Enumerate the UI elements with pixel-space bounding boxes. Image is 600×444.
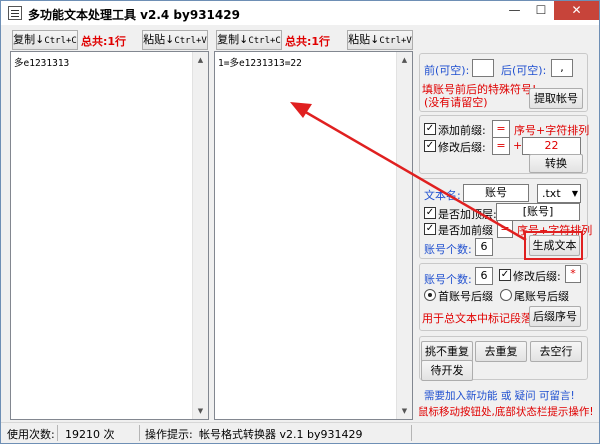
- app-icon: [8, 6, 22, 20]
- left-copy-label: 复制: [13, 33, 36, 46]
- left-paste-label: 粘贴: [143, 33, 166, 46]
- arrow-down-icon: ↓: [370, 33, 380, 46]
- first-suffix-label: 首账号后缀: [438, 290, 493, 303]
- count-input-2[interactable]: 6: [475, 267, 493, 285]
- right-paste-label: 粘贴: [348, 33, 371, 46]
- add-prefix-input[interactable]: =: [492, 120, 510, 138]
- extension-select-value: .txt: [542, 187, 561, 200]
- tip-label: 操作提示:: [145, 428, 193, 441]
- arrow-down-icon: ↓: [35, 33, 45, 46]
- left-textarea[interactable]: 多e1231313 ▲ ▼: [10, 51, 209, 420]
- status-separator: [411, 425, 412, 441]
- plus-sign: +: [513, 139, 523, 152]
- right-copy-label: 复制: [217, 33, 240, 46]
- left-scrollbar[interactable]: ▲ ▼: [192, 52, 208, 419]
- right-copy-button[interactable]: 复制↓Ctrl+C: [216, 30, 282, 50]
- add-top-label: 是否加顶层:: [438, 208, 497, 221]
- count-input[interactable]: 6: [475, 238, 493, 256]
- pick-unique-button[interactable]: 挑不重复: [421, 341, 473, 362]
- count-label-2: 账号个数:: [424, 273, 472, 286]
- usage-value: 19210 次: [65, 428, 115, 441]
- suffix-input[interactable]: ,: [551, 59, 573, 77]
- add-prefix-gen-checkbox[interactable]: ✓: [424, 223, 436, 235]
- scroll-down-icon[interactable]: ▼: [193, 403, 208, 419]
- add-prefix-gen-input[interactable]: =: [497, 220, 513, 238]
- chevron-down-icon: ▼: [571, 189, 578, 198]
- minimize-button[interactable]: —: [501, 1, 528, 20]
- prefix-input[interactable]: [472, 59, 494, 77]
- modify-suffix-label: 修改后缀:: [438, 141, 486, 154]
- filename-input[interactable]: 账号: [463, 184, 529, 202]
- suffix-label: 后(可空):: [501, 64, 547, 77]
- add-prefix-label: 添加前缀:: [438, 124, 486, 137]
- right-paste-button[interactable]: 粘贴↓Ctrl+V: [347, 30, 413, 50]
- left-total-count: 总共:1行: [81, 35, 127, 48]
- status-bar: 使用次数: 19210 次 操作提示: 帐号格式转换器 v2.1 by93142…: [1, 422, 599, 443]
- suffix-seq-button[interactable]: 后缀序号: [529, 306, 581, 327]
- modify-suffix-number[interactable]: 22: [522, 137, 581, 155]
- right-paste-hotkey: Ctrl+V: [379, 36, 412, 46]
- modify-suffix-seq-input[interactable]: *: [565, 265, 581, 283]
- remove-empty-lines-button[interactable]: 去空行: [530, 341, 582, 362]
- right-scrollbar[interactable]: ▲ ▼: [396, 52, 412, 419]
- scroll-up-icon[interactable]: ▲: [193, 52, 208, 68]
- modify-suffix-input[interactable]: =: [492, 137, 510, 155]
- scroll-up-icon[interactable]: ▲: [397, 52, 412, 68]
- add-top-checkbox[interactable]: ✓: [424, 207, 436, 219]
- status-separator: [139, 425, 140, 441]
- right-copy-hotkey: Ctrl+C: [248, 36, 281, 46]
- left-paste-button[interactable]: 粘贴↓Ctrl+V: [142, 30, 208, 50]
- count-label: 账号个数:: [424, 243, 472, 256]
- extract-account-button[interactable]: 提取帐号: [529, 88, 583, 109]
- extension-select[interactable]: .txt ▼: [537, 184, 581, 203]
- maximize-button[interactable]: ☐: [528, 1, 554, 20]
- dedupe-button[interactable]: 去重复: [475, 341, 527, 362]
- pending-dev-button[interactable]: 待开发: [421, 360, 473, 381]
- app-window: 多功能文本处理工具 v2.4 by931429 — ☐ ✕ 复制↓Ctrl+C …: [0, 0, 600, 444]
- arrow-down-icon: ↓: [239, 33, 249, 46]
- suffix-seq-hint: 用于总文本中标记段落: [422, 312, 532, 325]
- status-separator: [57, 425, 58, 441]
- modify-suffix-checkbox[interactable]: ✓: [424, 140, 436, 152]
- left-copy-hotkey: Ctrl+C: [44, 36, 77, 46]
- add-prefix-hint: 序号+字符排列: [514, 124, 590, 137]
- filename-label: 文本名:: [424, 189, 461, 202]
- left-textarea-content: 多e1231313: [14, 58, 70, 69]
- right-textarea[interactable]: 1=多e1231313=22 ▲ ▼: [214, 51, 413, 420]
- footer-note-2: 鼠标移动按钮处,底部状态栏提示操作!: [418, 406, 594, 418]
- title-bar[interactable]: 多功能文本处理工具 v2.4 by931429 — ☐ ✕: [1, 1, 599, 25]
- footer-note-1: 需要加入新功能 或 疑问 可留言!: [424, 390, 575, 402]
- modify-suffix-seq-label: 修改后缀:: [513, 270, 561, 283]
- scroll-down-icon[interactable]: ▼: [397, 403, 412, 419]
- right-textarea-content: 1=多e1231313=22: [218, 58, 302, 69]
- last-suffix-radio[interactable]: [500, 289, 512, 301]
- convert-button[interactable]: 转换: [529, 154, 583, 173]
- add-top-input[interactable]: [账号]: [496, 203, 580, 221]
- annotation-highlight-box: [524, 231, 583, 260]
- add-prefix-checkbox[interactable]: ✓: [424, 123, 436, 135]
- modify-suffix-seq-checkbox[interactable]: ✓: [499, 269, 511, 281]
- left-paste-hotkey: Ctrl+V: [174, 36, 207, 46]
- right-total-count: 总共:1行: [285, 35, 331, 48]
- last-suffix-label: 尾账号后缀: [514, 290, 569, 303]
- usage-label: 使用次数:: [7, 428, 55, 441]
- first-suffix-radio[interactable]: [424, 289, 436, 301]
- window-title: 多功能文本处理工具 v2.4 by931429: [28, 8, 240, 22]
- arrow-down-icon: ↓: [165, 33, 175, 46]
- left-copy-button[interactable]: 复制↓Ctrl+C: [12, 30, 78, 50]
- prefix-label: 前(可空):: [424, 64, 470, 77]
- close-button[interactable]: ✕: [554, 1, 599, 20]
- tip-value: 帐号格式转换器 v2.1 by931429: [199, 428, 363, 441]
- extract-hint-2: (没有请留空): [424, 96, 488, 109]
- add-prefix-gen-label: 是否加前缀: [438, 224, 493, 237]
